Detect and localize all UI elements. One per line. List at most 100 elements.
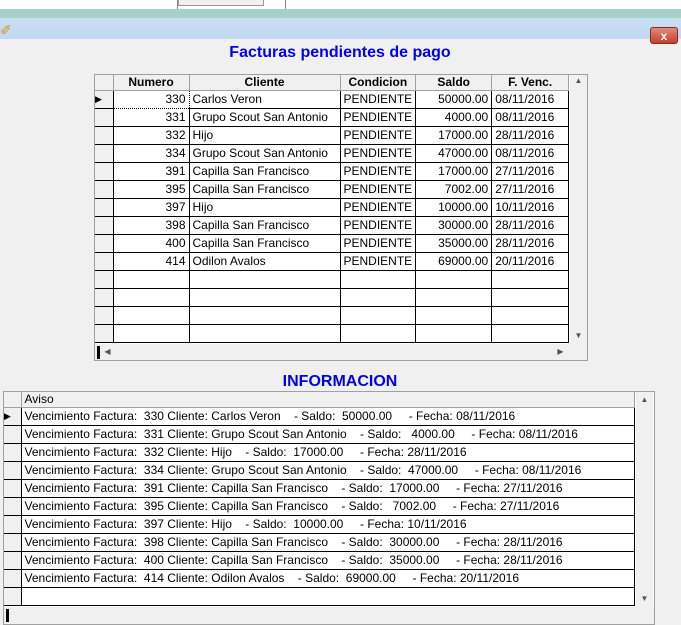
cell-fvenc[interactable]: 08/11/2016 bbox=[491, 108, 570, 127]
cell-aviso[interactable]: Vencimiento Factura: 331 Cliente: Grupo … bbox=[21, 425, 635, 444]
informacion-grid[interactable]: Aviso ▶ Vencimiento Factura: 330 Cliente:… bbox=[3, 391, 655, 625]
cell-saldo[interactable] bbox=[415, 306, 493, 325]
row-indicator[interactable] bbox=[95, 216, 114, 235]
cell-numero[interactable] bbox=[113, 306, 190, 325]
cell-fvenc[interactable]: 10/11/2016 bbox=[491, 198, 570, 217]
row-indicator[interactable] bbox=[95, 306, 114, 325]
row-indicator[interactable] bbox=[95, 270, 114, 289]
cell-saldo[interactable]: 17000.00 bbox=[415, 126, 493, 145]
row-indicator[interactable] bbox=[4, 497, 22, 516]
cell-aviso[interactable]: Vencimiento Factura: 414 Cliente: Odilon… bbox=[21, 569, 635, 588]
row-indicator[interactable] bbox=[95, 144, 114, 163]
column-header-fvenc[interactable]: F. Venc. bbox=[491, 75, 570, 91]
cell-numero[interactable]: 400 bbox=[113, 234, 190, 253]
table-row[interactable]: ▶ 330 Carlos Veron PENDIENTE 50000.00 08/11/2… bbox=[95, 89, 570, 109]
cell-saldo[interactable]: 17000.00 bbox=[415, 162, 493, 181]
list-item[interactable]: Vencimiento Factura: 398 Cliente: Capill… bbox=[4, 533, 635, 552]
cell-condicion[interactable]: PENDIENTE bbox=[340, 252, 417, 271]
cell-aviso[interactable]: Vencimiento Factura: 330 Cliente: Carlos… bbox=[21, 407, 635, 426]
cell-cliente[interactable]: Capilla San Francisco bbox=[189, 162, 341, 181]
cell-fvenc[interactable]: 28/11/2016 bbox=[491, 126, 570, 145]
cell-saldo[interactable]: 10000.00 bbox=[415, 198, 493, 217]
cell-condicion[interactable]: PENDIENTE bbox=[340, 90, 417, 109]
cell-cliente[interactable]: Grupo Scout San Antonio bbox=[189, 108, 341, 127]
list-item[interactable]: ▶ Vencimiento Factura: 330 Cliente: Carlo… bbox=[4, 407, 635, 426]
cell-fvenc[interactable] bbox=[491, 270, 570, 289]
cell-saldo[interactable]: 47000.00 bbox=[415, 144, 493, 163]
table-row[interactable]: 397 Hijo PENDIENTE 10000.00 10/11/2016 bbox=[95, 198, 570, 217]
empty-row[interactable] bbox=[95, 306, 570, 325]
scroll-up-icon[interactable]: ▲ bbox=[636, 395, 653, 404]
row-indicator[interactable] bbox=[4, 587, 22, 606]
cell-numero[interactable]: 397 bbox=[113, 198, 190, 217]
cell-fvenc[interactable] bbox=[491, 306, 570, 325]
cell-numero[interactable]: 331 bbox=[113, 108, 190, 127]
cell-numero[interactable]: 391 bbox=[113, 162, 190, 181]
cell-numero[interactable] bbox=[113, 288, 190, 307]
list-item[interactable]: Vencimiento Factura: 397 Cliente: Hijo -… bbox=[4, 515, 635, 534]
cell-cliente[interactable]: Odilon Avalos bbox=[189, 252, 341, 271]
row-indicator[interactable] bbox=[4, 533, 22, 552]
cell-saldo[interactable]: 35000.00 bbox=[415, 234, 493, 253]
column-header-cliente[interactable]: Cliente bbox=[189, 75, 341, 91]
cell-condicion[interactable]: PENDIENTE bbox=[340, 234, 417, 253]
table-row[interactable]: 398 Capilla San Francisco PENDIENTE 30000.0… bbox=[95, 216, 570, 235]
cell-cliente[interactable] bbox=[189, 270, 341, 289]
cell-condicion[interactable] bbox=[340, 270, 417, 289]
cell-condicion[interactable] bbox=[340, 288, 417, 307]
cell-fvenc[interactable]: 20/11/2016 bbox=[491, 252, 570, 271]
row-indicator[interactable] bbox=[95, 162, 114, 181]
row-indicator[interactable] bbox=[4, 479, 22, 498]
row-indicator[interactable] bbox=[4, 443, 22, 462]
cell-saldo[interactable] bbox=[415, 288, 493, 307]
cell-cliente[interactable]: Carlos Veron bbox=[189, 90, 341, 109]
cell-cliente[interactable] bbox=[189, 324, 341, 343]
cell-saldo[interactable]: 4000.00 bbox=[415, 108, 493, 127]
scroll-left-icon[interactable]: ◀ bbox=[99, 347, 116, 356]
cell-fvenc[interactable]: 28/11/2016 bbox=[491, 216, 570, 235]
cell-cliente[interactable]: Hijo bbox=[189, 126, 341, 145]
table-row[interactable]: 395 Capilla San Francisco PENDIENTE 7002.00… bbox=[95, 180, 570, 199]
cell-aviso[interactable]: Vencimiento Factura: 398 Cliente: Capill… bbox=[21, 533, 635, 552]
cell-saldo[interactable]: 69000.00 bbox=[415, 252, 493, 271]
row-indicator[interactable] bbox=[95, 198, 114, 217]
cell-condicion[interactable] bbox=[340, 324, 417, 343]
cell-saldo[interactable] bbox=[415, 324, 493, 343]
cell-condicion[interactable]: PENDIENTE bbox=[340, 180, 417, 199]
empty-row[interactable] bbox=[95, 270, 570, 289]
cell-condicion[interactable]: PENDIENTE bbox=[340, 216, 417, 235]
cell-condicion[interactable]: PENDIENTE bbox=[340, 162, 417, 181]
informacion-vertical-scrollbar[interactable]: ▲ ▼ bbox=[636, 392, 653, 607]
row-indicator[interactable] bbox=[95, 288, 114, 307]
cell-numero[interactable]: 414 bbox=[113, 252, 190, 271]
empty-row[interactable] bbox=[95, 324, 570, 343]
row-indicator[interactable] bbox=[4, 461, 22, 480]
list-item[interactable]: Vencimiento Factura: 332 Cliente: Hijo -… bbox=[4, 443, 635, 462]
cell-cliente[interactable] bbox=[189, 306, 341, 325]
cell-fvenc[interactable]: 08/11/2016 bbox=[491, 144, 570, 163]
cell-aviso[interactable]: Vencimiento Factura: 334 Cliente: Grupo … bbox=[21, 461, 635, 480]
row-indicator[interactable] bbox=[4, 551, 22, 570]
row-indicator[interactable] bbox=[4, 569, 22, 588]
cell-cliente[interactable]: Capilla San Francisco bbox=[189, 180, 341, 199]
cell-aviso[interactable]: Vencimiento Factura: 391 Cliente: Capill… bbox=[21, 479, 635, 498]
list-item[interactable]: Vencimiento Factura: 400 Cliente: Capill… bbox=[4, 551, 635, 570]
list-item[interactable]: Vencimiento Factura: 334 Cliente: Grupo … bbox=[4, 461, 635, 480]
table-row[interactable]: 400 Capilla San Francisco PENDIENTE 35000.0… bbox=[95, 234, 570, 253]
row-indicator[interactable] bbox=[95, 234, 114, 253]
cell-saldo[interactable]: 50000.00 bbox=[415, 90, 493, 109]
column-header-numero[interactable]: Numero bbox=[113, 75, 190, 91]
table-row[interactable]: 334 Grupo Scout San Antonio PENDIENTE 47000… bbox=[95, 144, 570, 163]
list-item[interactable]: Vencimiento Factura: 331 Cliente: Grupo … bbox=[4, 425, 635, 444]
scroll-right-icon[interactable]: ▶ bbox=[552, 347, 569, 356]
cell-condicion[interactable]: PENDIENTE bbox=[340, 144, 417, 163]
row-indicator[interactable] bbox=[95, 180, 114, 199]
cell-aviso[interactable] bbox=[21, 587, 635, 606]
cell-saldo[interactable]: 7002.00 bbox=[415, 180, 493, 199]
facturas-horizontal-scrollbar[interactable]: ◀ ▶ bbox=[95, 344, 587, 360]
cell-numero[interactable]: 334 bbox=[113, 144, 190, 163]
row-indicator[interactable] bbox=[95, 324, 114, 343]
table-row[interactable]: 391 Capilla San Francisco PENDIENTE 17000.0… bbox=[95, 162, 570, 181]
scroll-up-icon[interactable]: ▲ bbox=[570, 76, 587, 85]
cell-fvenc[interactable] bbox=[491, 324, 570, 343]
